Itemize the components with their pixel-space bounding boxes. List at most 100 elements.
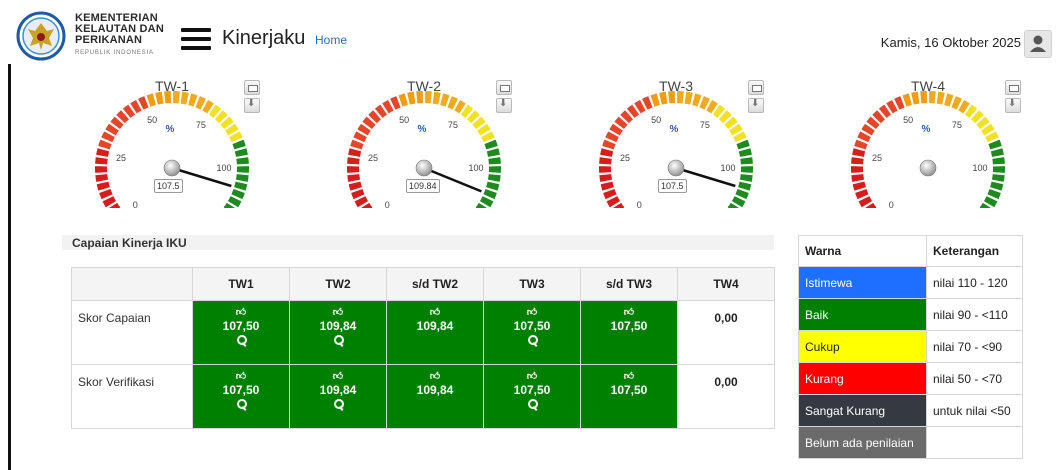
gauge-band-segment — [486, 181, 500, 191]
gauge-unit-label: % — [166, 124, 175, 135]
gauge-band-segment — [990, 181, 1004, 191]
gauge-band-segment — [738, 181, 752, 191]
gauge-band-segment — [851, 157, 864, 165]
legend-description: nilai 110 - 120 — [926, 266, 1023, 299]
gauge-band-segment — [95, 166, 108, 173]
print-icon[interactable] — [244, 80, 260, 95]
thumbs-up-icon: 👍︎ — [526, 307, 538, 318]
download-icon[interactable] — [496, 98, 512, 113]
search-icon[interactable] — [236, 398, 247, 410]
gauge-band-segment — [96, 148, 110, 157]
gauge-band-segment — [236, 157, 249, 165]
download-icon[interactable] — [1005, 98, 1021, 113]
thumbs-up-icon: 👍︎ — [526, 371, 538, 382]
gauge-band-segment — [440, 93, 450, 107]
gauge-unit-label: % — [418, 124, 427, 135]
iku-header-tw4: TW4 — [677, 267, 775, 301]
iku-score-cell: 👍︎ 107,50 — [580, 300, 678, 365]
gauge-band-segment — [347, 157, 360, 165]
legend-description: nilai 90 - <110 — [926, 298, 1023, 331]
gauge-band-segment — [851, 166, 864, 173]
gauge-band-segment — [234, 148, 248, 157]
gauge-band-segment — [95, 174, 109, 182]
gauge-band-segment — [599, 157, 612, 165]
gauge-unit-label: % — [922, 124, 931, 135]
legend-row: Kurang nilai 50 - <70 — [798, 362, 1023, 395]
iku-header-empty — [71, 267, 193, 301]
gauge-toolbar — [242, 80, 272, 116]
thumbs-up-icon: 👍︎ — [623, 307, 635, 318]
gauge-tick-label: 25 — [872, 153, 882, 163]
gauge-tw-4: 0 25 50 75 100% TW-4 — [828, 78, 1028, 208]
garuda-logo — [16, 11, 66, 61]
gauge-band-segment — [486, 148, 500, 157]
iku-score-cell: 👍︎ 109,84 — [386, 300, 484, 365]
search-icon[interactable] — [527, 398, 538, 410]
thumbs-up-icon: 👍︎ — [429, 307, 441, 318]
search-icon[interactable] — [236, 334, 247, 346]
legend-row: Sangat Kurang untuk nilai <50 — [798, 394, 1023, 427]
gauge-toolbar — [1003, 80, 1028, 116]
iku-score-cell: 👍︎ 107,50 — [483, 364, 581, 429]
gauge-band-segment — [348, 148, 362, 157]
gauge-band-segment — [740, 166, 753, 173]
legend-description: untuk nilai <50 — [926, 394, 1023, 427]
search-icon[interactable] — [527, 334, 538, 346]
iku-score-cell: 👍︎ 107,50 — [192, 364, 290, 429]
gauge-tick-label: 75 — [700, 120, 710, 130]
legend-row: Belum ada penilaian — [798, 426, 1023, 459]
gauge-band-segment — [992, 157, 1005, 165]
gauge-tw-3: 0255075100%TW-3107.5 — [576, 78, 776, 208]
gauge-band-segment — [235, 174, 249, 182]
current-date: Kamis, 16 Oktober 2025 — [880, 35, 1021, 50]
legend-header-keterangan: Keterangan — [926, 235, 1023, 267]
iku-row: Skor Verifikasi 👍︎ 107,50 👍︎ 109,84 👍︎ 109,84 👍… — [71, 364, 775, 429]
gauge-tick-label: 100 — [468, 163, 483, 173]
iku-score-cell: 👍︎ 109,84 — [386, 364, 484, 429]
thumbs-up-icon: 👍︎ — [235, 371, 247, 382]
print-icon[interactable] — [496, 80, 512, 95]
gauge-band-segment — [484, 139, 498, 150]
hamburger-icon[interactable] — [181, 28, 211, 50]
iku-row-label: Skor Capaian — [71, 300, 193, 365]
gauge-band-segment — [234, 181, 248, 191]
user-menu-button[interactable] — [1024, 30, 1052, 58]
score-value: 107,50 — [610, 319, 648, 333]
gauge-band-segment — [599, 166, 612, 173]
gauge-tick-label: 25 — [620, 153, 630, 163]
iku-row-label: Skor Verifikasi — [71, 364, 193, 429]
gauge-tick-label: 50 — [651, 115, 661, 125]
print-icon[interactable] — [1005, 80, 1021, 95]
iku-score-cell: 👍︎ 109,84 — [289, 300, 387, 365]
gauge-band-segment — [95, 157, 108, 165]
home-link[interactable]: Home — [315, 33, 347, 47]
legend-color-label: Baik — [798, 298, 927, 331]
iku-score-cell: 👍︎ 107,50 — [580, 364, 678, 429]
gauge-tick-label: 50 — [399, 115, 409, 125]
download-icon[interactable] — [244, 98, 260, 113]
score-value: 107,50 — [513, 383, 551, 397]
gauge-band-segment — [854, 139, 868, 150]
print-icon[interactable] — [748, 80, 764, 95]
gauge-value-label: 107.5 — [154, 179, 183, 193]
gauge-band-segment — [188, 93, 198, 107]
gauge-toolbar — [746, 80, 776, 116]
ministry-name: KEMENTERIAN KELAUTAN DAN PERIKANAN REPUB… — [75, 13, 164, 59]
section-title: Capaian Kinerja IKU — [72, 236, 187, 250]
gauge-band-segment — [236, 166, 249, 173]
gauge-band-segment — [738, 148, 752, 157]
gauge-hub — [667, 159, 685, 177]
iku-header-row: TW1 TW2 s/d TW2 TW3 s/d TW3 TW4 — [71, 267, 775, 301]
gauge-band-segment — [991, 174, 1005, 182]
gauge-hub — [415, 159, 433, 177]
search-icon[interactable] — [333, 398, 344, 410]
download-icon[interactable] — [748, 98, 764, 113]
gauge-tick-label: 0 — [637, 200, 642, 208]
legend-color-label: Kurang — [798, 362, 927, 395]
search-icon[interactable] — [333, 334, 344, 346]
gauge-tick-label: 75 — [196, 120, 206, 130]
gauge-dial: 0 25 50 75 100% — [851, 91, 1005, 208]
gauge-band-segment — [852, 148, 866, 157]
gauge-tick-label: 25 — [116, 153, 126, 163]
iku-cell-tw4: 0,00 — [677, 364, 775, 429]
